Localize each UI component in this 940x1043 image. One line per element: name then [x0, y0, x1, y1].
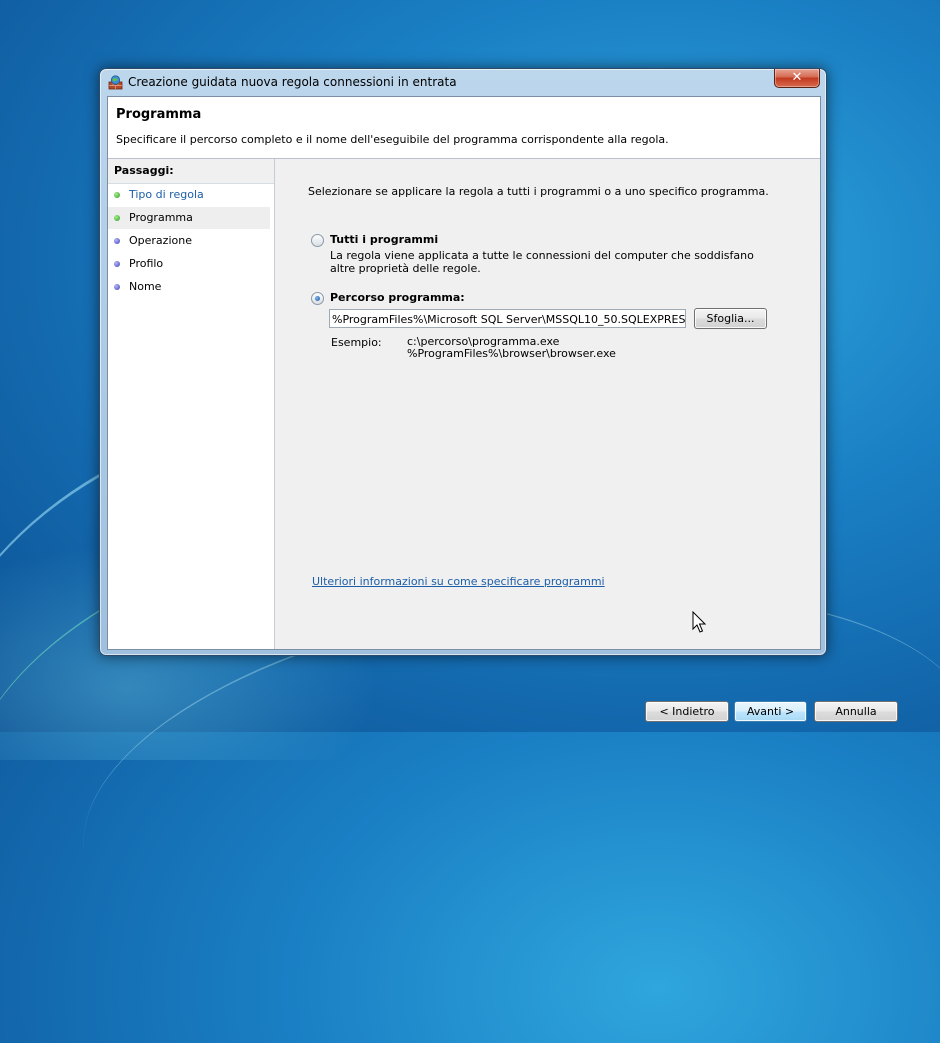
- window-title: Creazione guidata nuova regola connessio…: [128, 75, 457, 89]
- intro-text: Selezionare se applicare la regola a tut…: [308, 185, 769, 198]
- cancel-button[interactable]: Annulla: [814, 701, 898, 722]
- step-nome: Nome: [108, 276, 270, 298]
- step-operazione: Operazione: [108, 230, 270, 252]
- all-programs-description: La regola viene applicata a tutte le con…: [330, 249, 754, 275]
- title-bar[interactable]: Creazione guidata nuova regola connessio…: [100, 69, 826, 95]
- wizard-client-area: Programma Specificare il percorso comple…: [107, 96, 898, 722]
- wizard-header: Programma Specificare il percorso comple…: [108, 97, 820, 159]
- mouse-cursor-icon: [692, 611, 707, 633]
- step-label: Programma: [129, 211, 193, 224]
- step-pending-icon: [114, 261, 120, 267]
- step-programma: Programma: [108, 207, 270, 229]
- help-link[interactable]: Ulteriori informazioni su come specifica…: [312, 575, 605, 588]
- step-label: Operazione: [129, 234, 192, 247]
- wizard-content: Selezionare se applicare la regola a tut…: [275, 159, 898, 722]
- step-profilo: Profilo: [108, 253, 270, 275]
- example-line: %ProgramFiles%\browser\browser.exe: [407, 347, 616, 360]
- steps-sidebar: Passaggi: Tipo di regola Programma Opera…: [108, 159, 275, 649]
- firewall-icon: [108, 75, 123, 90]
- page-title: Programma: [116, 107, 202, 122]
- step-done-icon: [114, 192, 120, 198]
- wizard-window: Creazione guidata nuova regola connessio…: [99, 68, 898, 722]
- example-paths: c:\percorso\programma.exe %ProgramFiles%…: [407, 336, 616, 360]
- browse-button[interactable]: Sfoglia...: [694, 308, 767, 329]
- example-label: Esempio:: [331, 336, 382, 349]
- step-pending-icon: [114, 238, 120, 244]
- step-current-icon: [114, 215, 120, 221]
- program-path-radio[interactable]: [311, 292, 324, 305]
- steps-title: Passaggi:: [114, 164, 174, 177]
- program-path-label[interactable]: Percorso programma:: [330, 291, 465, 304]
- step-pending-icon: [114, 284, 120, 290]
- step-label: Nome: [129, 280, 162, 293]
- back-button[interactable]: < Indietro: [645, 701, 729, 722]
- step-label: Tipo di regola: [129, 188, 204, 201]
- program-path-input[interactable]: %ProgramFiles%\Microsoft SQL Server\MSSQ…: [329, 309, 686, 328]
- page-description: Specificare il percorso completo e il no…: [116, 133, 669, 146]
- steps-title-bar: Passaggi:: [108, 159, 274, 184]
- all-programs-radio[interactable]: [311, 234, 324, 247]
- close-icon: ✕: [791, 70, 803, 85]
- step-label: Profilo: [129, 257, 164, 270]
- close-button[interactable]: ✕: [774, 69, 820, 88]
- next-button[interactable]: Avanti >: [734, 701, 807, 722]
- step-tipo-di-regola[interactable]: Tipo di regola: [108, 184, 270, 206]
- all-programs-label[interactable]: Tutti i programmi: [330, 233, 438, 246]
